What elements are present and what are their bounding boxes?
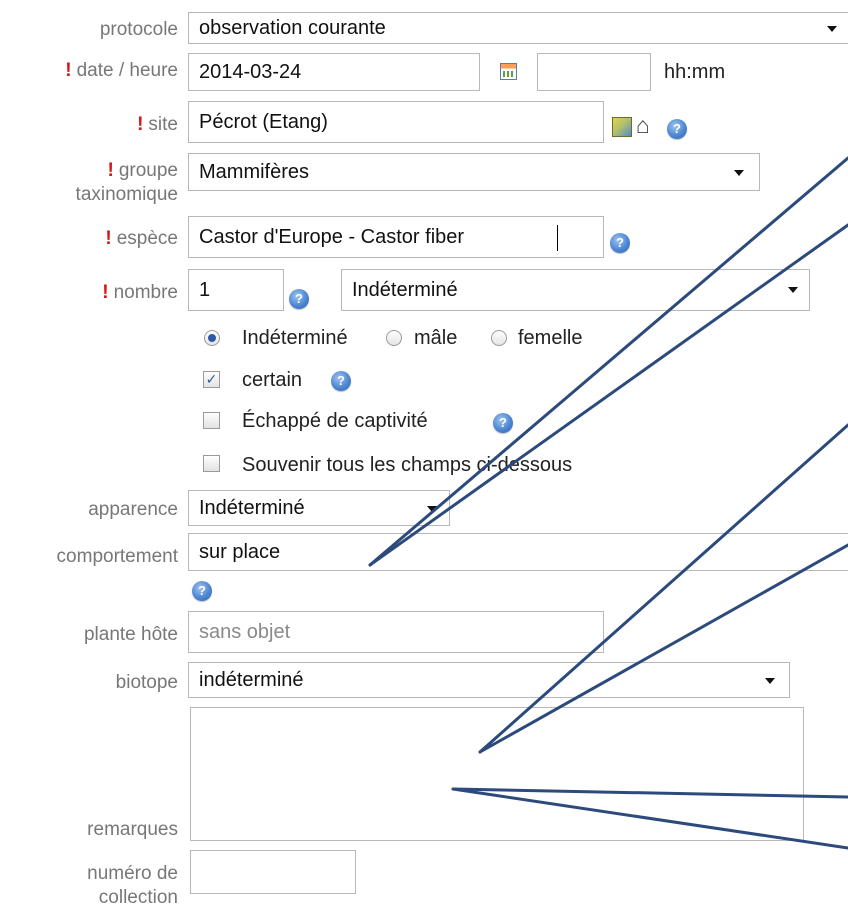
comportement-value: sur place xyxy=(199,541,281,563)
remarques-label: remarques xyxy=(87,819,178,840)
espece-label-text: espèce xyxy=(116,228,178,249)
apparence-value: Indéterminé xyxy=(199,497,305,519)
plante-label: plante hôte xyxy=(83,624,178,645)
sexe-radio-indetermine[interactable] xyxy=(204,330,220,346)
date-label: ! date / heure xyxy=(3,60,178,82)
groupe-label-text: groupe xyxy=(118,160,178,181)
apparence-select[interactable]: Indéterminé xyxy=(188,490,450,526)
sexe-radio-femelle[interactable] xyxy=(491,330,507,346)
sexe-option-label: femelle xyxy=(518,327,583,349)
help-icon[interactable]: ? xyxy=(192,581,212,601)
sexe-radio-male[interactable] xyxy=(386,330,402,346)
plante-placeholder: sans objet xyxy=(199,621,291,643)
required-mark: ! xyxy=(65,60,72,81)
site-label: ! site xyxy=(3,114,178,136)
echappe-checkbox[interactable] xyxy=(203,412,220,429)
protocole-value: observation courante xyxy=(199,17,386,39)
biotope-label: biotope xyxy=(115,672,178,693)
time-unit: hh:mm xyxy=(664,61,726,83)
date-input[interactable]: 2014-03-24 xyxy=(188,53,480,91)
plante-input[interactable]: sans objet xyxy=(188,611,604,653)
souvenir-label: Souvenir tous les champs ci-dessous xyxy=(242,454,573,476)
home-icon[interactable]: ⌂ xyxy=(636,114,650,137)
chevron-down-icon xyxy=(788,287,798,293)
help-icon[interactable]: ? xyxy=(610,233,630,253)
groupe-value: Mammifères xyxy=(199,161,310,183)
help-icon[interactable]: ? xyxy=(493,413,513,433)
required-mark: ! xyxy=(105,228,112,249)
biotope-value: indéterminé xyxy=(199,669,304,691)
site-input[interactable]: Pécrot (Etang) xyxy=(188,101,604,143)
biotope-select[interactable]: indéterminé xyxy=(188,662,790,698)
remarques-textarea[interactable] xyxy=(190,707,804,841)
site-label-text: site xyxy=(148,114,178,135)
nombre-label: ! nombre xyxy=(3,282,178,304)
nombre-precision-select[interactable]: Indéterminé xyxy=(341,269,810,311)
protocole-label: protocole xyxy=(99,19,178,40)
nombre-precision-value: Indéterminé xyxy=(352,279,458,301)
text-cursor xyxy=(557,225,558,251)
groupe-label-line2: taxinomique xyxy=(75,184,178,205)
collection-label: numéro de xyxy=(87,863,178,884)
date-label-text: date / heure xyxy=(76,60,178,81)
date-value: 2014-03-24 xyxy=(199,61,302,83)
sexe-option-label: Indéterminé xyxy=(242,327,348,349)
groupe-select[interactable]: Mammifères xyxy=(188,153,760,191)
collection-label-line2: collection xyxy=(98,887,178,908)
comportement-input[interactable]: sur place xyxy=(188,533,848,571)
site-value: Pécrot (Etang) xyxy=(199,111,328,133)
espece-input[interactable]: Castor d'Europe - Castor fiber xyxy=(188,216,604,258)
espece-value: Castor d'Europe - Castor fiber xyxy=(199,226,465,248)
chevron-down-icon xyxy=(427,506,437,512)
sexe-option-label: mâle xyxy=(414,327,458,349)
calendar-icon[interactable] xyxy=(500,63,517,80)
chevron-down-icon xyxy=(827,26,837,32)
echappe-label: Échappé de captivité xyxy=(242,410,428,432)
help-icon[interactable]: ? xyxy=(667,119,687,139)
certain-checkbox[interactable]: ✓ xyxy=(203,371,220,388)
nombre-input[interactable]: 1 xyxy=(188,269,284,311)
required-mark: ! xyxy=(107,160,114,181)
required-mark: ! xyxy=(137,114,144,135)
map-icon[interactable] xyxy=(612,117,632,137)
required-mark: ! xyxy=(102,282,109,303)
time-input[interactable] xyxy=(537,53,651,91)
espece-label: ! espèce xyxy=(3,228,178,250)
apparence-label: apparence xyxy=(88,499,178,520)
protocole-select[interactable]: observation courante xyxy=(188,12,848,44)
chevron-down-icon xyxy=(765,678,775,684)
comportement-label: comportement xyxy=(56,546,178,567)
groupe-label: ! groupe xyxy=(3,160,179,182)
help-icon[interactable]: ? xyxy=(289,289,309,309)
certain-label: certain xyxy=(242,369,303,391)
collection-input[interactable] xyxy=(190,850,356,894)
help-icon[interactable]: ? xyxy=(331,371,351,391)
nombre-value: 1 xyxy=(199,279,211,301)
chevron-down-icon xyxy=(734,170,744,176)
souvenir-checkbox[interactable] xyxy=(203,455,220,472)
nombre-label-text: nombre xyxy=(113,282,178,303)
